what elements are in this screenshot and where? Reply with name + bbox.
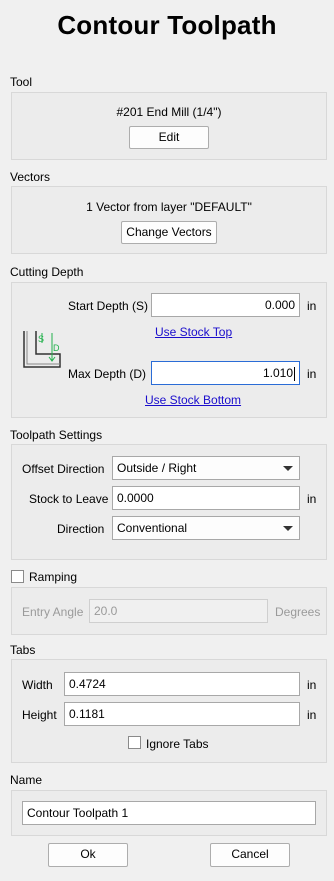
toolpath-settings-section-label: Toolpath Settings: [10, 428, 103, 442]
direction-label: Direction: [57, 522, 105, 536]
cancel-button[interactable]: Cancel: [210, 843, 290, 867]
max-depth-value: 1.010: [262, 366, 293, 380]
chevron-down-icon: [283, 466, 293, 471]
toolpath-settings-group: Offset Direction Outside / Right Stock t…: [11, 444, 327, 560]
tool-section-label: Tool: [10, 75, 33, 89]
toolpath-name-input[interactable]: Contour Toolpath 1: [22, 801, 316, 825]
start-depth-label: Start Depth (S): [68, 299, 149, 313]
entry-angle-input[interactable]: 20.0: [89, 599, 268, 623]
start-depth-unit: in: [307, 299, 317, 313]
tab-width-input[interactable]: 0.4724: [64, 672, 300, 696]
stock-to-leave-unit: in: [307, 492, 317, 506]
tab-height-label: Height: [22, 708, 57, 722]
max-depth-label: Max Depth (D): [68, 367, 147, 381]
tab-width-unit: in: [307, 678, 317, 692]
cutting-depth-section-label: Cutting Depth: [10, 265, 84, 279]
name-section-label: Name: [10, 773, 43, 787]
ignore-tabs-checkbox[interactable]: [128, 736, 141, 749]
max-depth-input[interactable]: 1.010: [151, 361, 300, 385]
use-stock-bottom-link[interactable]: Use Stock Bottom: [145, 393, 241, 407]
entry-angle-unit: Degrees: [275, 605, 321, 619]
vector-summary: 1 Vector from layer "DEFAULT": [86, 200, 252, 214]
ramping-label: Ramping: [29, 570, 78, 584]
cutting-depth-group: Start Depth (S) 0.000 in Use Stock Top S…: [11, 282, 327, 418]
stock-to-leave-input[interactable]: 0.0000: [112, 486, 300, 510]
stock-to-leave-label: Stock to Leave: [29, 492, 109, 506]
tabs-section-label: Tabs: [10, 643, 36, 657]
offset-direction-value: Outside / Right: [117, 461, 197, 475]
name-group: Contour Toolpath 1: [11, 790, 327, 836]
ramping-checkbox[interactable]: [11, 570, 24, 583]
tab-height-unit: in: [307, 708, 317, 722]
use-stock-top-link[interactable]: Use Stock Top: [155, 325, 232, 339]
vectors-group: 1 Vector from layer "DEFAULT" Change Vec…: [11, 186, 327, 254]
ignore-tabs-label: Ignore Tabs: [146, 737, 209, 751]
vectors-section-label: Vectors: [10, 170, 51, 184]
max-depth-unit: in: [307, 367, 317, 381]
chevron-down-icon: [283, 526, 293, 531]
edit-tool-button[interactable]: Edit: [129, 126, 209, 149]
ok-button[interactable]: Ok: [48, 843, 128, 867]
offset-direction-select[interactable]: Outside / Right: [112, 456, 300, 480]
diagram-s-label: S: [38, 334, 44, 344]
tab-width-label: Width: [22, 678, 53, 692]
tab-height-input[interactable]: 0.1181: [64, 702, 300, 726]
start-depth-input[interactable]: 0.000: [151, 293, 300, 317]
text-cursor: [294, 366, 295, 381]
tool-group: #201 End Mill (1/4") Edit: [11, 92, 327, 160]
ramping-group: Entry Angle 20.0 Degrees: [11, 587, 327, 635]
dialog-title: Contour Toolpath: [57, 10, 277, 40]
direction-select[interactable]: Conventional: [112, 516, 300, 540]
tool-name: #201 End Mill (1/4"): [116, 105, 222, 119]
diagram-d-label: D: [53, 343, 60, 353]
offset-direction-label: Offset Direction: [22, 462, 105, 476]
entry-angle-label: Entry Angle: [22, 605, 84, 619]
tabs-group: Width 0.4724 in Height 0.1181 in Ignore …: [11, 659, 327, 763]
depth-diagram-icon: S D: [23, 331, 61, 368]
direction-value: Conventional: [117, 521, 188, 535]
change-vectors-button[interactable]: Change Vectors: [121, 221, 217, 244]
